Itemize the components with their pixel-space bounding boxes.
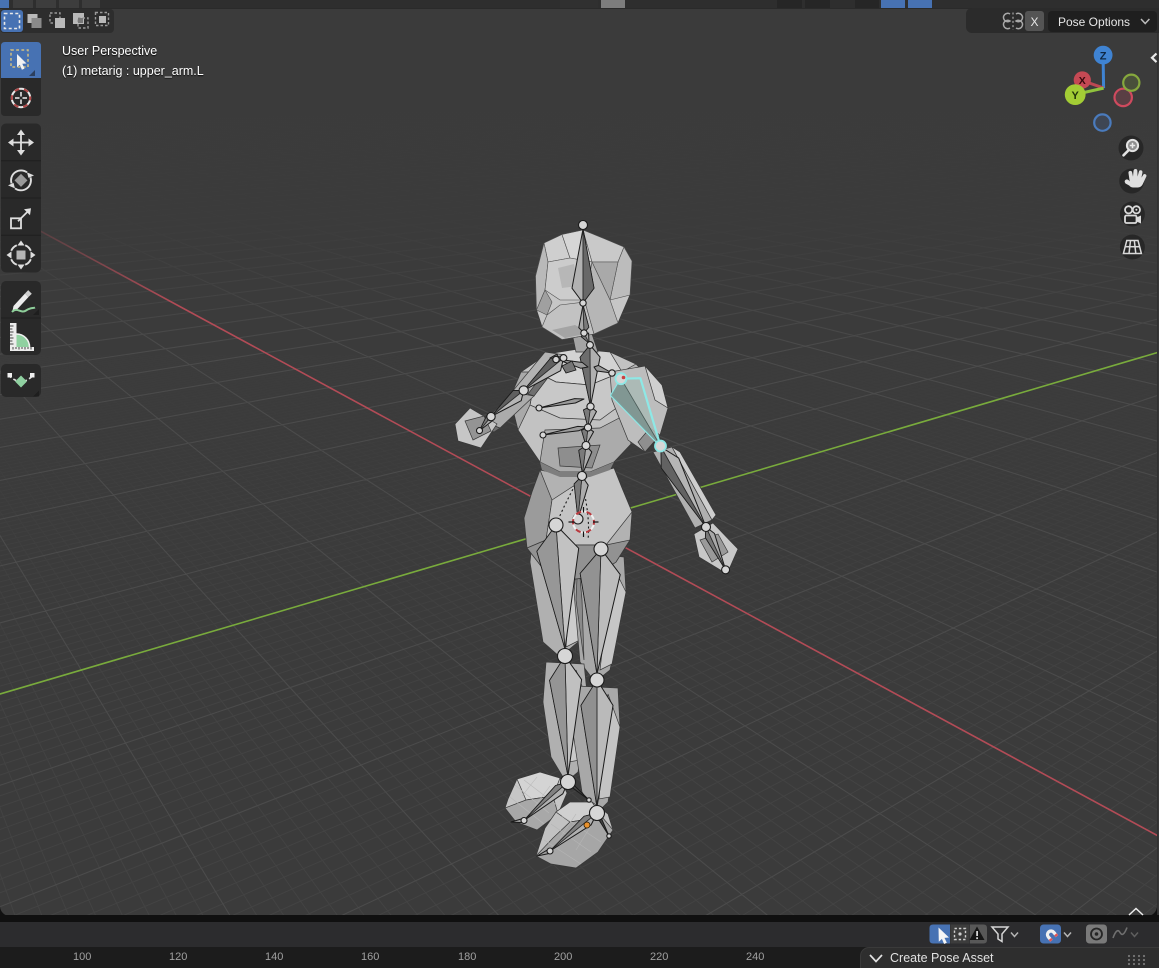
svg-text:Z: Z — [1100, 50, 1107, 62]
svg-text:Pose Options: Pose Options — [1058, 15, 1130, 29]
svg-text:X: X — [1030, 15, 1038, 29]
svg-text:X: X — [1079, 75, 1086, 87]
svg-text:Y: Y — [1072, 90, 1080, 102]
